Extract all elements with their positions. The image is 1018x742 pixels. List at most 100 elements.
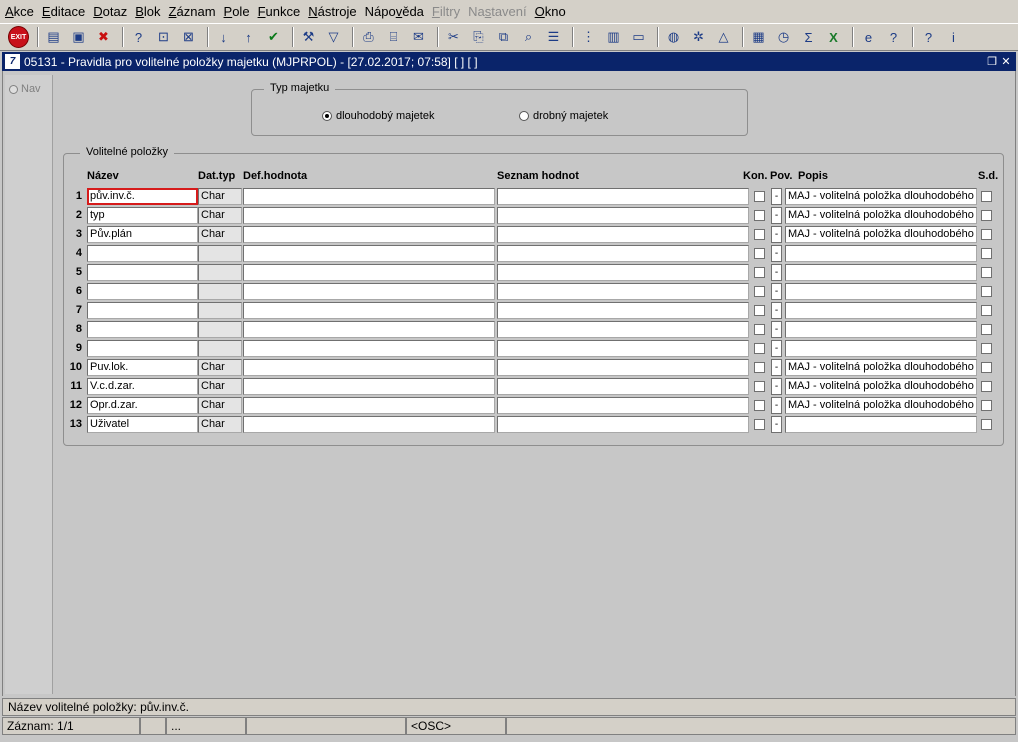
popis-field[interactable]: MAJ - volitelná položka dlouhodobého m: [785, 226, 977, 243]
sd-checkbox[interactable]: [981, 343, 992, 354]
excel-icon[interactable]: X: [823, 27, 844, 48]
popis-field[interactable]: [785, 340, 977, 357]
def-hodnota-field[interactable]: [243, 378, 495, 395]
def-hodnota-field[interactable]: [243, 226, 495, 243]
menu-nápověda[interactable]: Nápověda: [365, 4, 424, 19]
dattyp-field[interactable]: [198, 302, 242, 319]
kon-checkbox[interactable]: [754, 305, 765, 316]
popis-field[interactable]: [785, 245, 977, 262]
kon-checkbox[interactable]: [754, 343, 765, 354]
nazev-field[interactable]: Opr.d.zar.: [87, 397, 198, 414]
ie-icon[interactable]: e: [858, 27, 879, 48]
find-icon[interactable]: ⌕: [518, 27, 539, 48]
info-icon[interactable]: i: [943, 27, 964, 48]
kon-checkbox[interactable]: [754, 400, 765, 411]
menu-dotaz[interactable]: Dotaz: [93, 4, 127, 19]
seznam-hodnot-field[interactable]: [497, 264, 749, 281]
def-hodnota-field[interactable]: [243, 321, 495, 338]
dattyp-field[interactable]: Char: [198, 207, 242, 224]
sd-checkbox[interactable]: [981, 248, 992, 259]
seznam-hodnot-field[interactable]: [497, 378, 749, 395]
menu-akce[interactable]: Akce: [5, 4, 34, 19]
delete-record-icon[interactable]: ✖: [93, 27, 114, 48]
seznam-hodnot-field[interactable]: [497, 302, 749, 319]
nazev-field[interactable]: [87, 340, 198, 357]
popis-field[interactable]: MAJ - volitelná položka dlouhodobého m: [785, 378, 977, 395]
paste-icon[interactable]: ⎘: [468, 27, 489, 48]
seznam-hodnot-field[interactable]: [497, 226, 749, 243]
seznam-hodnot-field[interactable]: [497, 397, 749, 414]
mail-icon[interactable]: ✉: [408, 27, 429, 48]
dattyp-field[interactable]: Char: [198, 226, 242, 243]
add-record-icon[interactable]: ▤: [43, 27, 64, 48]
query-execute-icon[interactable]: ⊡: [153, 27, 174, 48]
def-hodnota-field[interactable]: [243, 359, 495, 376]
nazev-field[interactable]: [87, 245, 198, 262]
kon-checkbox[interactable]: [754, 286, 765, 297]
kon-checkbox[interactable]: [754, 381, 765, 392]
help-icon[interactable]: ?: [883, 27, 904, 48]
pov-field[interactable]: -: [771, 302, 782, 319]
menu-filtry[interactable]: Filtry: [432, 4, 460, 19]
nazev-field[interactable]: [87, 264, 198, 281]
popis-field[interactable]: MAJ - volitelná položka dlouhodobého m: [785, 397, 977, 414]
wrench-icon[interactable]: ⚒: [298, 27, 319, 48]
sd-checkbox[interactable]: [981, 286, 992, 297]
menu-nástroje[interactable]: Nástroje: [308, 4, 356, 19]
pov-field[interactable]: -: [771, 321, 782, 338]
kon-checkbox[interactable]: [754, 324, 765, 335]
query-icon[interactable]: ?: [128, 27, 149, 48]
dattyp-field[interactable]: Char: [198, 378, 242, 395]
seznam-hodnot-field[interactable]: [497, 416, 749, 433]
popis-field[interactable]: MAJ - volitelná položka dlouhodobého m: [785, 207, 977, 224]
def-hodnota-field[interactable]: [243, 302, 495, 319]
menu-editace[interactable]: Editace: [42, 4, 85, 19]
commit-check-icon[interactable]: ✔: [263, 27, 284, 48]
pov-field[interactable]: -: [771, 340, 782, 357]
sd-checkbox[interactable]: [981, 267, 992, 278]
sd-checkbox[interactable]: [981, 324, 992, 335]
print-icon[interactable]: ⎙: [358, 27, 379, 48]
def-hodnota-field[interactable]: [243, 245, 495, 262]
popis-field[interactable]: [785, 416, 977, 433]
restore-icon[interactable]: ❐: [985, 55, 999, 68]
sd-checkbox[interactable]: [981, 419, 992, 430]
sort-asc-icon[interactable]: ↓: [213, 27, 234, 48]
report-icon[interactable]: ▦: [748, 27, 769, 48]
kon-checkbox[interactable]: [754, 267, 765, 278]
sd-checkbox[interactable]: [981, 362, 992, 373]
pov-field[interactable]: -: [771, 226, 782, 243]
list-icon[interactable]: ☰: [543, 27, 564, 48]
dattyp-field[interactable]: [198, 283, 242, 300]
pov-field[interactable]: -: [771, 359, 782, 376]
menu-okno[interactable]: Okno: [535, 4, 566, 19]
document-icon[interactable]: ▭: [628, 27, 649, 48]
history-icon[interactable]: ◷: [773, 27, 794, 48]
dattyp-field[interactable]: Char: [198, 416, 242, 433]
nazev-field[interactable]: pův.inv.č.: [87, 188, 198, 205]
nazev-field[interactable]: [87, 321, 198, 338]
close-icon[interactable]: ✕: [999, 55, 1013, 68]
seznam-hodnot-field[interactable]: [497, 188, 749, 205]
def-hodnota-field[interactable]: [243, 207, 495, 224]
filter-icon[interactable]: ▽: [323, 27, 344, 48]
sum-icon[interactable]: Σ: [798, 27, 819, 48]
seznam-hodnot-field[interactable]: [497, 207, 749, 224]
dattyp-field[interactable]: [198, 340, 242, 357]
def-hodnota-field[interactable]: [243, 397, 495, 414]
nazev-field[interactable]: Pův.plán: [87, 226, 198, 243]
def-hodnota-field[interactable]: [243, 264, 495, 281]
pov-field[interactable]: -: [771, 188, 782, 205]
context-help-icon[interactable]: ?: [918, 27, 939, 48]
sd-checkbox[interactable]: [981, 381, 992, 392]
nazev-field[interactable]: Uživatel: [87, 416, 198, 433]
kon-checkbox[interactable]: [754, 210, 765, 221]
clipboard-icon[interactable]: ▥: [603, 27, 624, 48]
pov-field[interactable]: -: [771, 207, 782, 224]
menu-blok[interactable]: Blok: [135, 4, 160, 19]
dattyp-field[interactable]: [198, 245, 242, 262]
dattyp-field[interactable]: [198, 264, 242, 281]
dattyp-field[interactable]: [198, 321, 242, 338]
def-hodnota-field[interactable]: [243, 188, 495, 205]
sd-checkbox[interactable]: [981, 229, 992, 240]
